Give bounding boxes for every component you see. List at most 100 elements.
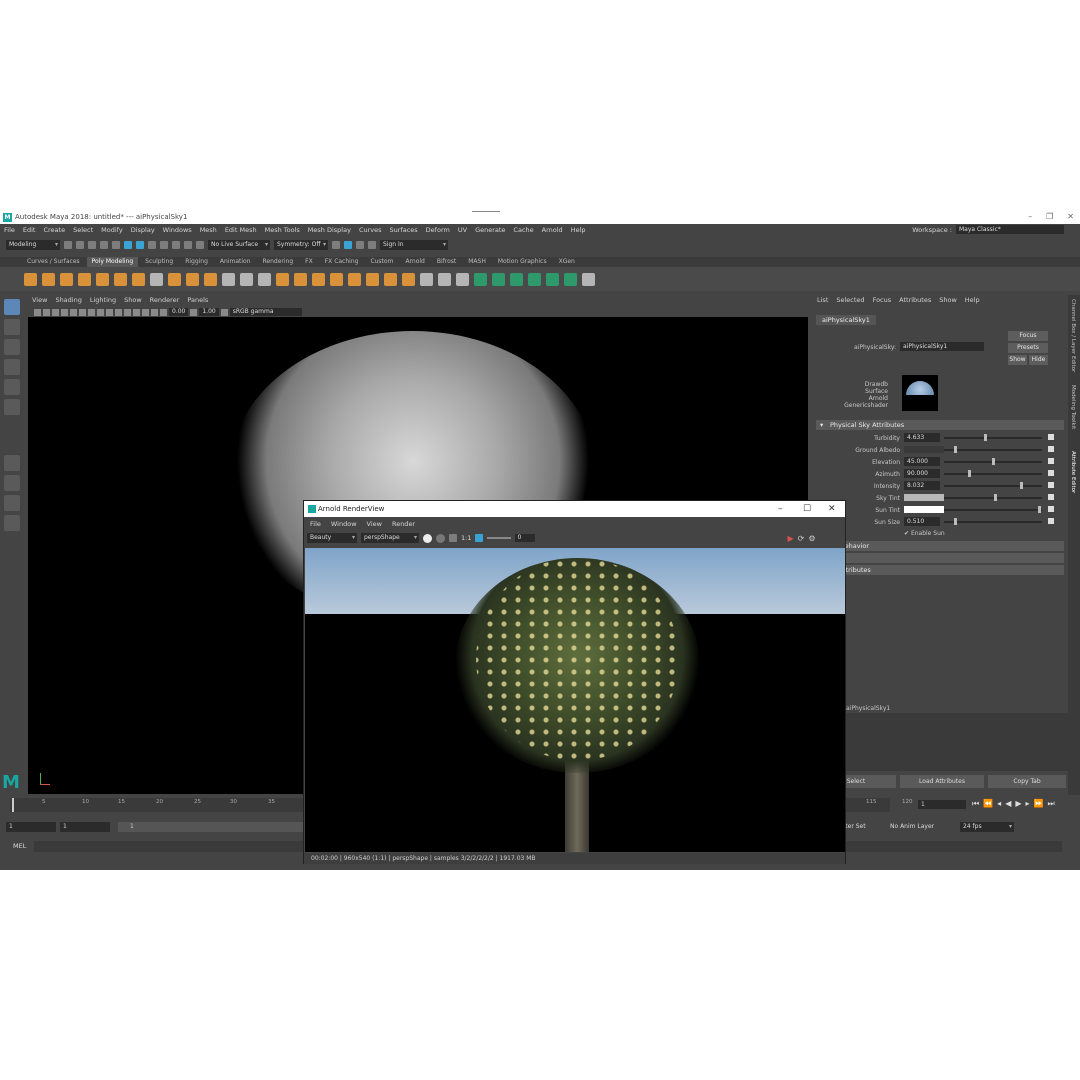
side-tab-channel-box[interactable]: Channel Box / Layer Editor (1070, 299, 1076, 372)
step-forward-frame-icon[interactable]: ▸ (1026, 799, 1030, 809)
symmetry-dropdown[interactable]: Symmetry: Off (274, 240, 328, 250)
uv-automatic-icon[interactable] (528, 272, 541, 286)
menu-uv[interactable]: UV (458, 226, 467, 234)
go-to-start-icon[interactable]: ⏮ (972, 799, 979, 809)
extrude-icon[interactable] (348, 272, 361, 286)
outliner-view-icon[interactable] (4, 515, 20, 531)
gamma-field[interactable]: 1.00 (199, 308, 219, 316)
ae-menu-attributes[interactable]: Attributes (899, 296, 931, 304)
menu-modify[interactable]: Modify (101, 226, 123, 234)
elevation-knob[interactable] (992, 458, 995, 465)
shelf-tab-motion-graphics[interactable]: Motion Graphics (492, 257, 552, 267)
camera-dropdown[interactable]: perspShape (361, 533, 419, 543)
sky-tint-slider[interactable] (944, 494, 1042, 501)
scale-tool-icon[interactable] (4, 399, 20, 415)
menu-arnold[interactable]: Arnold (542, 226, 563, 234)
ae-menu-show[interactable]: Show (939, 296, 957, 304)
panel-menu-view[interactable]: View (32, 296, 47, 306)
elevation-field[interactable]: 45.000 (904, 457, 940, 466)
multi-cut-icon[interactable] (420, 272, 433, 286)
intensity-slider[interactable] (944, 482, 1042, 489)
combine-icon[interactable] (222, 272, 235, 286)
bridge-icon[interactable] (366, 272, 379, 286)
target-weld-icon[interactable] (438, 272, 451, 286)
poly-sphere-icon[interactable] (24, 272, 37, 286)
panel-menu-renderer[interactable]: Renderer (150, 296, 180, 306)
shadows-icon[interactable] (124, 308, 131, 316)
menu-edit-mesh[interactable]: Edit Mesh (225, 226, 257, 234)
snap-point-icon[interactable] (172, 241, 180, 249)
arv-menu-file[interactable]: File (310, 520, 321, 528)
shelf-tab-poly-modeling[interactable]: Poly Modeling (86, 257, 139, 267)
aov-dropdown[interactable]: Beauty (307, 533, 357, 543)
undo-icon[interactable] (100, 241, 108, 249)
menu-display[interactable]: Display (131, 226, 155, 234)
ae-menu-list[interactable]: List (817, 296, 828, 304)
show-button[interactable]: Show (1008, 355, 1027, 365)
snap-curve-icon[interactable] (160, 241, 168, 249)
color-management-icon[interactable] (220, 308, 228, 316)
menu-edit[interactable]: Edit (23, 226, 36, 234)
azimuth-field[interactable]: 90.000 (904, 469, 940, 478)
exposure-icon[interactable] (160, 308, 167, 316)
bevel-icon[interactable] (384, 272, 397, 286)
single-view-icon[interactable] (4, 455, 20, 471)
notes-field[interactable] (842, 713, 1068, 771)
lights-icon[interactable] (115, 308, 122, 316)
panel-menu-panels[interactable]: Panels (187, 296, 208, 306)
shelf-tab-sculpting[interactable]: Sculpting (140, 257, 179, 267)
azimuth-slider[interactable] (944, 470, 1042, 477)
maximize-icon[interactable]: ❐ (1046, 210, 1053, 224)
range-start-field[interactable]: 1 (60, 822, 110, 832)
menu-select[interactable]: Select (73, 226, 93, 234)
shelf-tab-arnold[interactable]: Arnold (400, 257, 430, 267)
live-surface-field[interactable]: No Live Surface (208, 240, 270, 250)
render-settings-icon[interactable]: ⚙ (808, 534, 815, 543)
paint-select-icon[interactable] (4, 339, 20, 355)
save-scene-icon[interactable] (88, 241, 96, 249)
select-by-object-icon[interactable] (136, 241, 144, 249)
enable-sun-checkbox[interactable]: ✔ Enable Sun (904, 530, 945, 537)
super-shape-icon[interactable] (150, 272, 163, 286)
fps-dropdown[interactable]: 24 fps (960, 822, 1014, 832)
textures-icon[interactable] (106, 308, 113, 316)
wireframe-icon[interactable] (88, 308, 95, 316)
render-frame-icon[interactable] (332, 241, 340, 249)
menu-surfaces[interactable]: Surfaces (390, 226, 418, 234)
menu-windows[interactable]: Windows (163, 226, 192, 234)
close-icon[interactable]: ✕ (828, 501, 836, 517)
camera-attributes-icon[interactable] (34, 308, 41, 316)
extra-attributes-section[interactable]: ra Attributes (816, 565, 1064, 575)
current-time-marker[interactable] (12, 798, 14, 812)
poly-cube-icon[interactable] (42, 272, 55, 286)
azimuth-knob[interactable] (968, 470, 971, 477)
sun-tint-knob[interactable] (1038, 506, 1041, 513)
sun-size-slider[interactable] (944, 518, 1042, 525)
play-backward-icon[interactable]: ◀ (1005, 799, 1011, 809)
menu-curves[interactable]: Curves (359, 226, 382, 234)
menu-help[interactable]: Help (571, 226, 586, 234)
menu-generate[interactable]: Generate (475, 226, 505, 234)
delete-history-icon[interactable] (582, 272, 595, 286)
boolean-union-icon[interactable] (276, 272, 289, 286)
move-tool-icon[interactable] (4, 359, 20, 375)
sun-size-map-icon[interactable] (1048, 518, 1054, 524)
turbidity-slider[interactable] (944, 434, 1042, 441)
select-tool-icon[interactable] (4, 299, 20, 315)
uv-spherical-icon[interactable] (510, 272, 523, 286)
sun-tint-map-icon[interactable] (1048, 506, 1054, 512)
poly-text-icon[interactable] (186, 272, 199, 286)
stop-render-icon[interactable]: ▶ (787, 534, 793, 543)
four-view-icon[interactable] (4, 475, 20, 491)
ground-albedo-map-icon[interactable] (1048, 446, 1054, 452)
step-back-frame-icon[interactable]: ◂ (997, 799, 1001, 809)
azimuth-map-icon[interactable] (1048, 470, 1054, 476)
menu-mesh[interactable]: Mesh (200, 226, 217, 234)
panel-menu-show[interactable]: Show (124, 296, 142, 306)
current-frame-field[interactable]: 1 (918, 800, 966, 809)
sky-tint-swatch[interactable] (904, 494, 944, 501)
uv-editor-icon[interactable] (546, 272, 559, 286)
shelf-tab-mash[interactable]: MASH (463, 257, 491, 267)
smooth-icon[interactable] (258, 272, 271, 286)
uv-layout-icon[interactable] (564, 272, 577, 286)
